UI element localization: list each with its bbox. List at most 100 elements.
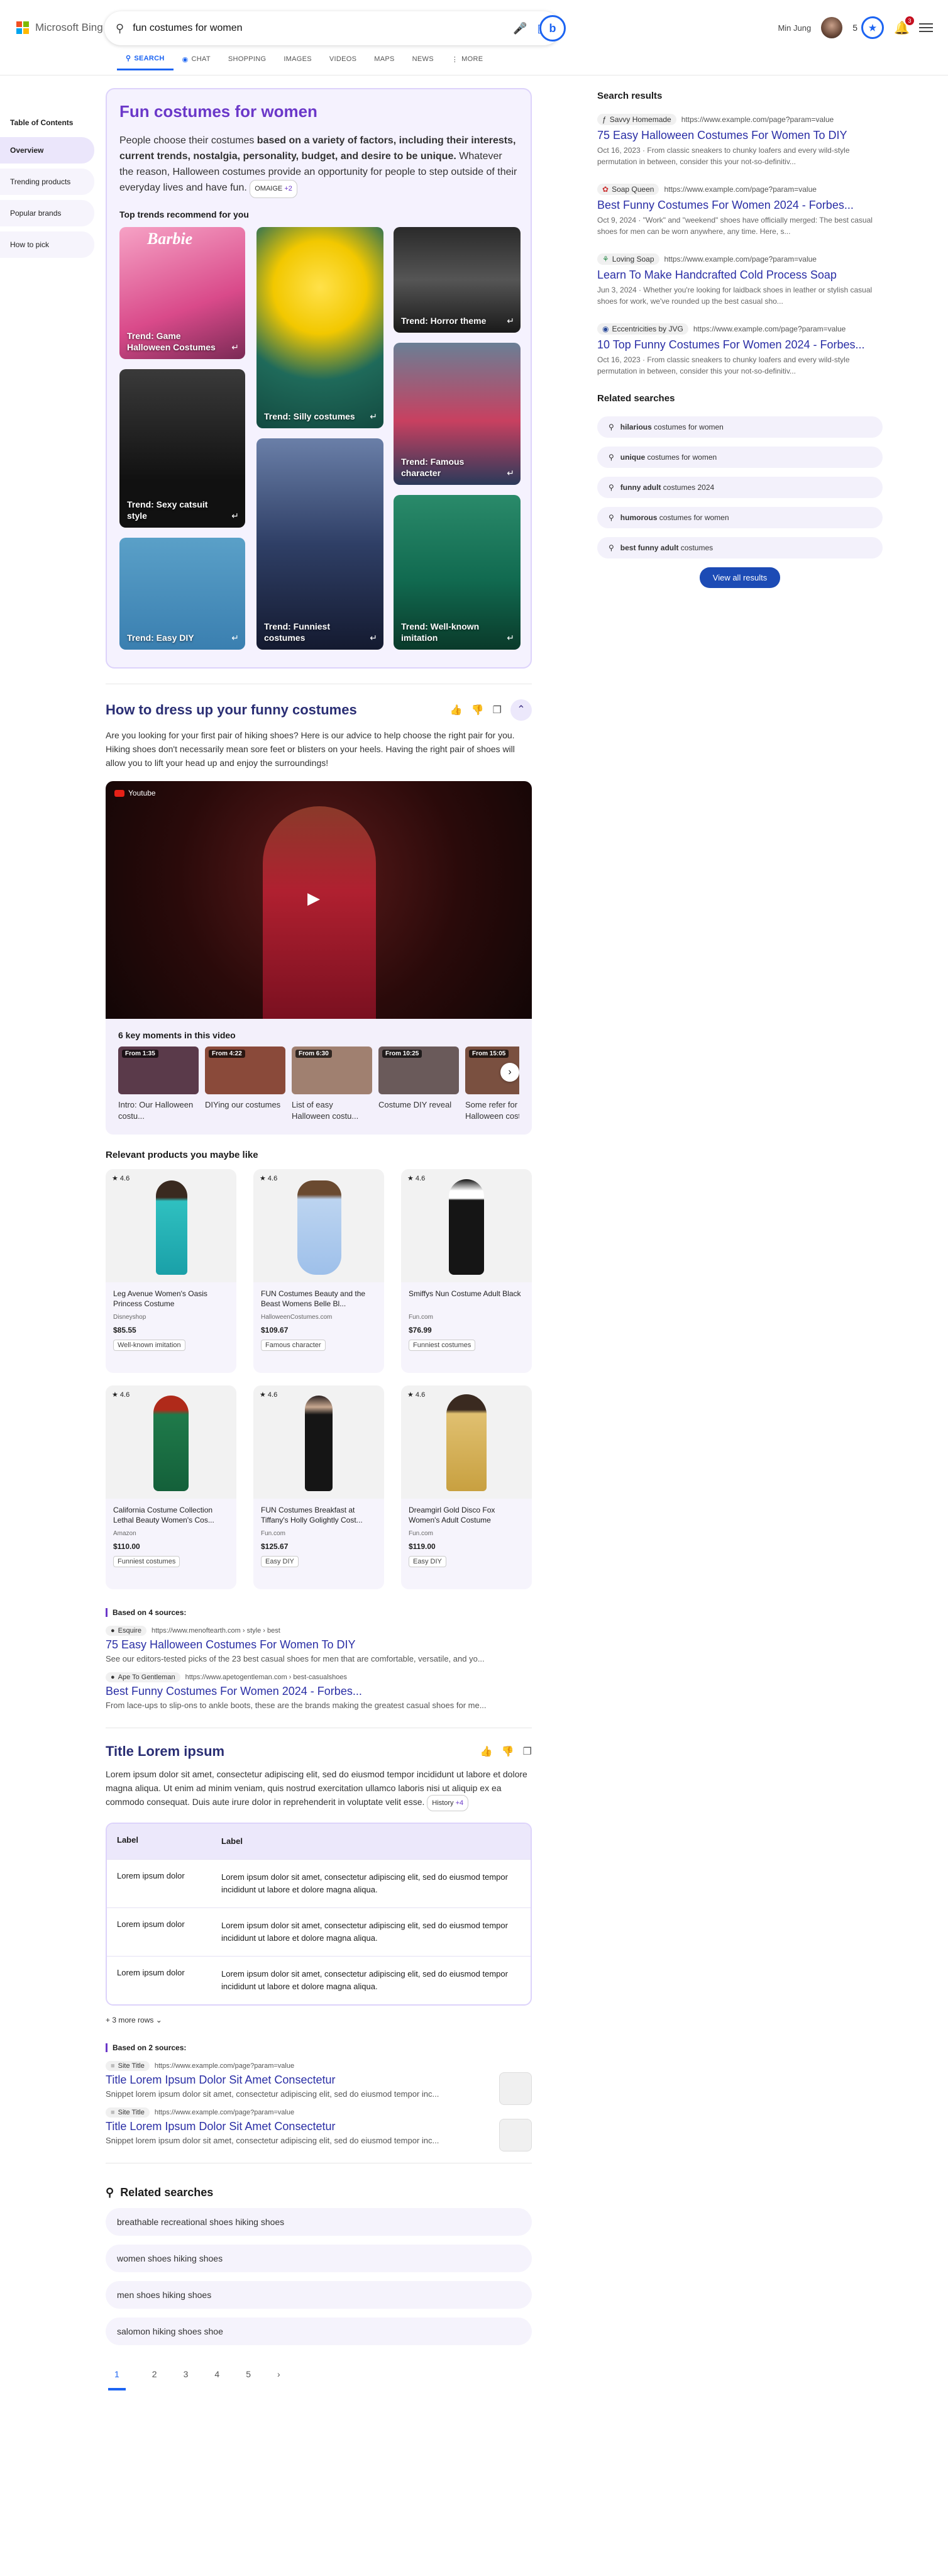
more-rows-button[interactable]: + 3 more rows ⌄ [106, 2016, 532, 2024]
trend-label: Trend: Horror theme [401, 316, 487, 326]
search-input[interactable]: fun costumes for women [133, 23, 504, 34]
toc-item-popular-brands[interactable]: Popular brands [0, 200, 94, 226]
result-link[interactable]: 75 Easy Halloween Costumes For Women To … [597, 129, 883, 142]
tab-shopping[interactable]: SHOPPING [219, 54, 275, 70]
result-site[interactable]: ƒ Savvy Homemade [597, 114, 676, 125]
page-5[interactable]: 5 [246, 2369, 251, 2390]
source-site[interactable]: ● Ape To Gentleman [106, 1672, 180, 1682]
video-card: Youtube ▶ 6 key moments in this video Fr… [106, 781, 532, 1135]
product-card[interactable]: ★ 4.6 Smiffys Nun Costume Adult Black Fun… [401, 1169, 532, 1373]
view-all-results-button[interactable]: View all results [700, 567, 780, 588]
rewards-points[interactable]: 5 ★ [852, 16, 884, 39]
toc-item-overview[interactable]: Overview [0, 137, 94, 164]
moment-item[interactable]: From 1:35 Intro: Our Halloween costu... [118, 1046, 199, 1122]
chevron-right-icon[interactable]: › [500, 1063, 519, 1082]
thumbs-up-icon[interactable]: 👍 [480, 1745, 493, 1758]
trend-card[interactable]: Trend: Funniest costumes ↵ [256, 438, 383, 650]
notifications-button[interactable]: 🔔 3 [894, 16, 914, 36]
tab-images[interactable]: IMAGES [275, 54, 321, 70]
product-seller: Fun.com [261, 1530, 285, 1537]
trend-card[interactable]: Trend: Horror theme ↵ [394, 227, 521, 333]
tab-more[interactable]: ⋮ MORE [443, 54, 492, 70]
thumbs-up-icon[interactable]: 👍 [450, 704, 463, 716]
tab-search[interactable]: ⚲ SEARCH [117, 54, 174, 70]
result-site[interactable]: ✿ Soap Queen [597, 184, 659, 195]
related-search-item[interactable]: salomon hiking shoes shoe [106, 2318, 532, 2345]
copy-icon[interactable]: ❐ [493, 704, 502, 716]
related-search-item[interactable]: ⚲ best funny adult costumes [597, 537, 883, 558]
table-cell: Lorem ipsum dolor [117, 1871, 185, 1880]
result-link[interactable]: 10 Top Funny Costumes For Women 2024 - F… [597, 338, 883, 352]
trend-card[interactable]: Trend: Famous character ↵ [394, 343, 521, 485]
menu-icon[interactable] [919, 23, 933, 32]
related-search-item[interactable]: ⚲ hilarious costumes for women [597, 416, 883, 438]
page-3[interactable]: 3 [184, 2369, 189, 2390]
tab-chat[interactable]: ◉ CHAT [174, 54, 219, 70]
play-icon[interactable]: ▶ [307, 889, 320, 908]
product-card[interactable]: ★ 4.6 California Costume Collection Leth… [106, 1385, 236, 1589]
product-card[interactable]: ★ 4.6 Leg Avenue Women's Oasis Princess … [106, 1169, 236, 1373]
related-search-item[interactable]: women shoes hiking shoes [106, 2245, 532, 2272]
source-link[interactable]: Best Funny Costumes For Women 2024 - For… [106, 1685, 532, 1698]
collapse-button[interactable]: ⌃ [510, 699, 532, 721]
trend-label: Trend: Silly costumes [264, 411, 355, 421]
history-chip[interactable]: History +4 [427, 1795, 469, 1811]
source-link[interactable]: Title Lorem Ipsum Dolor Sit Amet Consect… [106, 2120, 532, 2133]
source-site[interactable]: ■ Site Title [106, 2061, 150, 2071]
trend-card[interactable]: Trend: Sexy catsuit style ↵ [119, 369, 245, 528]
thumbs-down-icon[interactable]: 👎 [471, 704, 484, 716]
related-search-item[interactable]: men shoes hiking shoes [106, 2281, 532, 2309]
site-favicon-icon: ■ [111, 2109, 115, 2116]
tab-maps[interactable]: MAPS [365, 54, 403, 70]
feedback-buttons: 👍 👎 ❐ [480, 1745, 532, 1758]
source-link[interactable]: 75 Easy Halloween Costumes For Women To … [106, 1638, 532, 1652]
product-card[interactable]: ★ 4.6 FUN Costumes Beauty and the Beast … [253, 1169, 384, 1373]
thumbs-down-icon[interactable]: 👎 [502, 1745, 514, 1758]
trend-card[interactable]: Trend: Silly costumes ↵ [256, 227, 383, 428]
sources-heading: Based on 2 sources: [106, 2043, 532, 2052]
source-link[interactable]: Title Lorem Ipsum Dolor Sit Amet Consect… [106, 2074, 532, 2087]
page-4[interactable]: 4 [214, 2369, 219, 2390]
source-site[interactable]: ■ Site Title [106, 2107, 150, 2118]
result-site[interactable]: ⚘ Loving Soap [597, 253, 659, 265]
result-link[interactable]: Learn To Make Handcrafted Cold Process S… [597, 269, 883, 282]
chevron-right-icon[interactable]: › [277, 2369, 280, 2390]
toc-item-trending-products[interactable]: Trending products [0, 169, 94, 195]
avatar[interactable] [821, 17, 843, 38]
search-box[interactable]: ⚲ fun costumes for women 🎤 ▣ [104, 11, 561, 45]
video-player[interactable]: Youtube ▶ [106, 781, 532, 1019]
microphone-icon[interactable]: 🎤 [513, 21, 527, 35]
moment-item[interactable]: From 4:22 DIYing our costumes [205, 1046, 285, 1122]
tab-news[interactable]: NEWS [404, 54, 443, 70]
source-chip[interactable]: OMAIGE +2 [250, 180, 297, 198]
trend-card[interactable]: Barbie Trend: Game Halloween Costumes ↵ [119, 227, 245, 359]
bing-logo[interactable]: Microsoft Bing [16, 21, 103, 34]
related-bold: funny adult [620, 483, 661, 492]
moment-item[interactable]: From 15:05 Some refer for Halloween cost.… [465, 1046, 519, 1122]
product-card[interactable]: ★ 4.6 FUN Costumes Breakfast at Tiffany'… [253, 1385, 384, 1589]
moment-item[interactable]: From 6:30 List of easy Halloween costu... [292, 1046, 372, 1122]
related-search-item[interactable]: ⚲ unique costumes for women [597, 447, 883, 468]
moment-item[interactable]: From 10:25 Costume DIY reveal [378, 1046, 459, 1122]
page-2[interactable]: 2 [152, 2369, 157, 2390]
result-site[interactable]: ◉ Eccentricities by JVG [597, 323, 688, 335]
result-link[interactable]: Best Funny Costumes For Women 2024 - For… [597, 199, 883, 212]
copy-icon[interactable]: ❐ [523, 1745, 532, 1758]
lorem-section-header: Title Lorem ipsum 👍 👎 ❐ [106, 1743, 532, 1760]
trend-card[interactable]: Trend: Well-known imitation ↵ [394, 495, 521, 650]
related-search-item[interactable]: breathable recreational shoes hiking sho… [106, 2208, 532, 2236]
copilot-button[interactable]: b [539, 15, 566, 42]
rating-value: 4.6 [119, 1175, 130, 1182]
trend-card[interactable]: Trend: Easy DIY ↵ [119, 538, 245, 650]
page-1[interactable]: 1 [108, 2369, 126, 2390]
site-name: Savvy Homemade [609, 115, 671, 124]
user-name[interactable]: Min Jung [778, 23, 811, 33]
column-header: Label [221, 1836, 243, 1846]
source-site[interactable]: ● Esquire [106, 1626, 146, 1636]
product-card[interactable]: ★ 4.6 Dreamgirl Gold Disco Fox Women's A… [401, 1385, 532, 1589]
tab-videos[interactable]: VIDEOS [321, 54, 365, 70]
toc-item-how-to-pick[interactable]: How to pick [0, 231, 94, 258]
related-search-item[interactable]: ⚲ humorous costumes for women [597, 507, 883, 528]
barbie-logo: Barbie [147, 230, 193, 248]
related-search-item[interactable]: ⚲ funny adult costumes 2024 [597, 477, 883, 498]
